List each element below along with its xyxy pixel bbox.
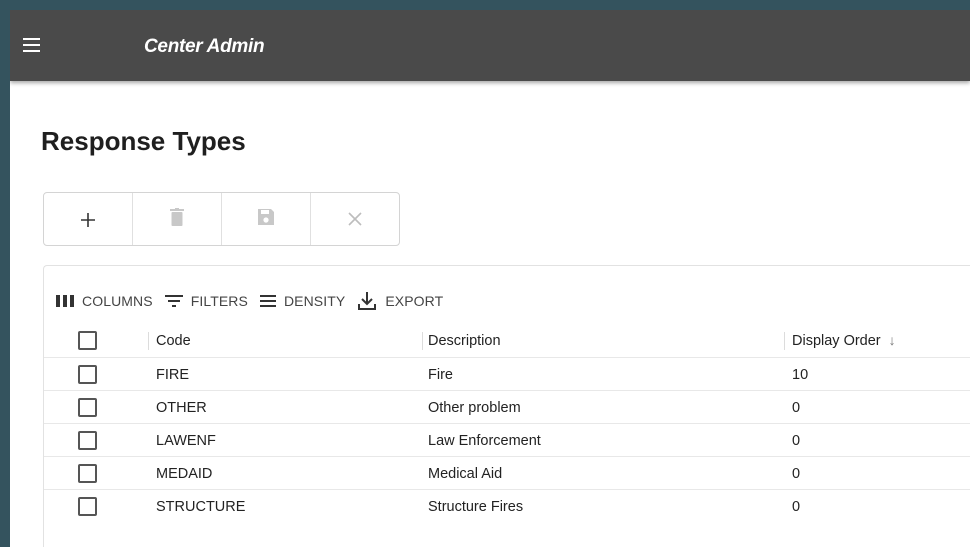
cell-display-order: 10 (792, 366, 809, 383)
columns-label: COLUMNS (82, 293, 153, 309)
row-checkbox[interactable] (78, 398, 97, 417)
cell-code: LAWENF (156, 432, 216, 449)
floppy-disk-icon (257, 206, 275, 232)
plus-icon (80, 204, 96, 235)
cancel-button[interactable] (311, 193, 399, 245)
app-title: Center Admin (144, 36, 265, 57)
table-row[interactable]: MEDAID Medical Aid 0 (44, 456, 970, 490)
density-label: DENSITY (283, 293, 346, 309)
column-separator[interactable] (422, 331, 423, 350)
cell-description: Other problem (428, 399, 521, 416)
cell-display-order: 0 (792, 432, 801, 449)
column-separator[interactable] (148, 331, 149, 350)
export-button[interactable]: EXPORT (357, 291, 443, 311)
cell-display-order: 0 (792, 465, 801, 482)
cell-code: OTHER (156, 399, 207, 416)
header-code[interactable]: Code (156, 333, 191, 349)
filters-label: FILTERS (190, 293, 248, 309)
cell-display-order: 0 (792, 498, 801, 515)
export-label: EXPORT (385, 293, 444, 309)
add-button[interactable] (44, 193, 133, 245)
columns-icon (56, 295, 74, 307)
hamburger-menu-icon[interactable] (23, 38, 40, 52)
table-row[interactable]: LAWENF Law Enforcement 0 (44, 423, 970, 457)
row-checkbox[interactable] (78, 464, 97, 483)
column-separator[interactable] (784, 331, 785, 350)
sort-descending-icon[interactable]: ↓ (889, 332, 896, 348)
row-checkbox[interactable] (78, 497, 97, 516)
row-checkbox[interactable] (78, 431, 97, 450)
cell-description: Medical Aid (428, 465, 503, 482)
header-display-order[interactable]: Display Order ↓ (792, 332, 896, 349)
table-row[interactable]: STRUCTURE Structure Fires 0 (44, 489, 970, 523)
filter-icon (164, 295, 183, 307)
data-grid: COLUMNS FILTERS DENSITY EXPORT Code Desc… (43, 265, 970, 547)
trash-icon (170, 206, 184, 232)
app-window: Center Admin Response Types COLUMNS FILT… (10, 10, 970, 547)
save-button[interactable] (222, 193, 311, 245)
grid-toolbar: COLUMNS FILTERS DENSITY EXPORT (56, 290, 455, 312)
cell-code: FIRE (156, 366, 190, 383)
header-description[interactable]: Description (428, 333, 501, 349)
table-row[interactable]: OTHER Other problem 0 (44, 390, 970, 424)
density-icon (259, 295, 276, 307)
download-icon (358, 292, 377, 310)
density-button[interactable]: DENSITY (259, 293, 346, 309)
row-checkbox[interactable] (78, 365, 97, 384)
page-title: Response Types (41, 126, 246, 156)
filters-button[interactable]: FILTERS (164, 293, 248, 309)
cell-display-order: 0 (792, 399, 801, 416)
cell-description: Fire (428, 366, 453, 383)
header-display-order-label: Display Order (792, 333, 881, 349)
cell-description: Structure Fires (428, 498, 524, 515)
close-icon (348, 206, 362, 232)
delete-button[interactable] (133, 193, 222, 245)
app-bar: Center Admin (10, 10, 970, 81)
action-toolbar (43, 192, 400, 246)
table-header-row: Code Description Display Order ↓ (44, 324, 970, 357)
cell-description: Law Enforcement (428, 432, 541, 449)
cell-code: STRUCTURE (156, 498, 246, 515)
columns-button[interactable]: COLUMNS (56, 293, 153, 309)
cell-code: MEDAID (156, 465, 213, 482)
table-row[interactable]: FIRE Fire 10 (44, 357, 970, 391)
select-all-checkbox[interactable] (78, 331, 97, 350)
